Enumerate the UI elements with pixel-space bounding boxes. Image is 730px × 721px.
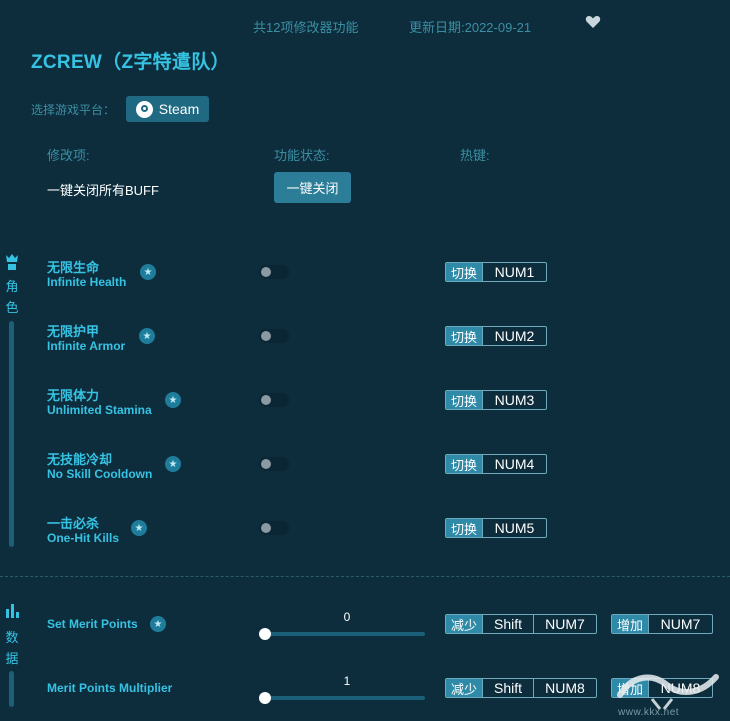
hotkey-key: NUM3 [482, 391, 546, 409]
steam-icon [135, 100, 153, 118]
slider-thumb[interactable] [259, 692, 271, 704]
column-mod: 修改项: [47, 148, 90, 163]
hotkey-key: NUM4 [482, 455, 546, 473]
feature-name-cn: 一击必杀 [47, 516, 100, 531]
hotkey-action: 切换 [446, 455, 483, 473]
feature-name-en: Unlimited Stamina [47, 403, 152, 417]
star-icon[interactable]: ★ [150, 616, 166, 632]
slider-track[interactable] [264, 632, 425, 636]
star-icon[interactable]: ★ [139, 328, 155, 344]
feature-toggle[interactable] [259, 521, 289, 535]
hotkey-key: NUM7 [533, 615, 596, 633]
character-icon [6, 254, 18, 270]
feature-toggle[interactable] [259, 457, 289, 471]
steam-platform-button[interactable]: Steam [126, 96, 209, 122]
watermark-text: www.kkx.net [618, 707, 680, 718]
hotkey-key: NUM1 [482, 263, 546, 281]
platform-label: 选择游戏平台： [31, 103, 116, 117]
feature-name-en: Infinite Health [47, 275, 127, 289]
slider-thumb[interactable] [259, 628, 271, 640]
close-all-buff-button[interactable]: 一键关闭 [274, 172, 351, 203]
star-icon[interactable]: ★ [165, 456, 181, 472]
column-status: 功能状态: [274, 148, 330, 163]
section-data: 数据 [5, 630, 19, 666]
feature-name-cn: 无技能冷却 [47, 452, 113, 467]
hotkey-action: 切换 [446, 391, 483, 409]
character-scrollbar[interactable] [9, 321, 14, 547]
hotkey-button[interactable]: 切换 NUM2 [445, 326, 548, 346]
slider-value: 0 [343, 610, 351, 624]
steam-label: Steam [158, 101, 200, 117]
hotkey-button[interactable]: 切换 NUM3 [445, 390, 548, 410]
column-hotkey: 热键: [460, 148, 490, 163]
hotkey-action: 减少 [446, 679, 483, 697]
hotkey-key: NUM5 [482, 519, 546, 537]
star-icon[interactable]: ★ [131, 520, 147, 536]
decrease-hotkey-button[interactable]: 减少 Shift NUM8 [445, 678, 598, 698]
hotkey-button[interactable]: 切换 NUM1 [445, 262, 548, 282]
feature-toggle[interactable] [259, 393, 289, 407]
feature-name-cn: 无限护甲 [47, 324, 100, 339]
feature-name-en: Infinite Armor [47, 339, 126, 353]
feature-toggle[interactable] [259, 265, 289, 279]
feature-name-cn: 无限体力 [47, 388, 100, 403]
feature-toggle[interactable] [259, 329, 289, 343]
star-icon[interactable]: ★ [165, 392, 181, 408]
feature-count: 共12项修改器功能 [253, 20, 359, 35]
increase-hotkey-button[interactable]: 增加 NUM7 [611, 614, 714, 634]
hotkey-key: NUM2 [482, 327, 546, 345]
star-icon[interactable]: ★ [140, 264, 156, 280]
update-date: 更新日期:2022-09-21 [409, 20, 532, 35]
game-title: ZCREW（Z字特遣队） [31, 52, 230, 73]
slider-value: 1 [343, 674, 351, 688]
hotkey-action: 切换 [446, 263, 483, 281]
hotkey-key: NUM7 [648, 615, 712, 633]
section-divider [0, 576, 730, 577]
hotkey-modifier: Shift [482, 615, 533, 633]
slider-track[interactable] [264, 696, 425, 700]
hotkey-action: 减少 [446, 615, 483, 633]
feature-name-en: No Skill Cooldown [47, 467, 153, 481]
hotkey-action: 切换 [446, 519, 483, 537]
hotkey-button[interactable]: 切换 NUM4 [445, 454, 548, 474]
feature-name-en: One-Hit Kills [47, 531, 120, 545]
hotkey-action: 切换 [446, 327, 483, 345]
slider-name: Set Merit Points [47, 617, 138, 631]
hotkey-modifier: Shift [482, 679, 533, 697]
hotkey-key: NUM8 [533, 679, 596, 697]
feature-name-cn: 无限生命 [47, 260, 100, 275]
close-all-buff-label: 一键关闭所有BUFF [47, 183, 159, 198]
hotkey-action: 增加 [612, 615, 649, 633]
slider-name: Merit Points Multiplier [47, 681, 173, 695]
heart-icon[interactable] [585, 14, 601, 30]
bar-chart-icon [6, 604, 19, 618]
decrease-hotkey-button[interactable]: 减少 Shift NUM7 [445, 614, 598, 634]
hotkey-button[interactable]: 切换 NUM5 [445, 518, 548, 538]
section-character: 角色 [5, 279, 19, 315]
data-scrollbar[interactable] [9, 671, 14, 707]
